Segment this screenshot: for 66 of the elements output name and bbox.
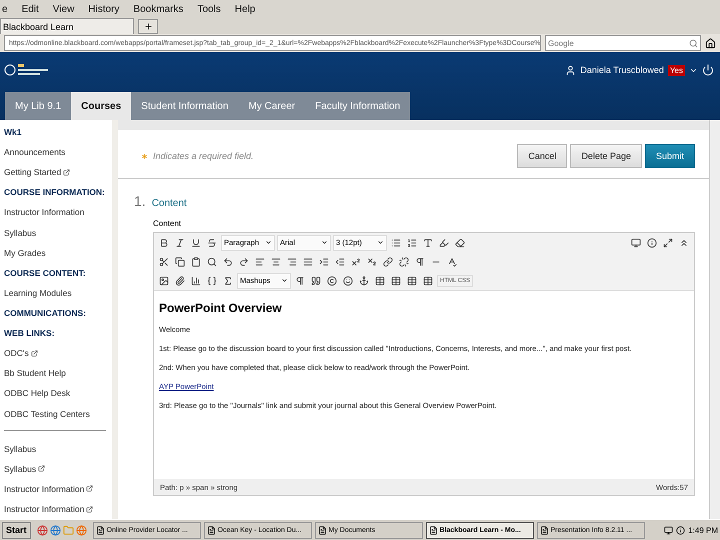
- browser-tab[interactable]: Blackboard Learn: [0, 18, 134, 34]
- nav-tab[interactable]: Faculty Information: [305, 92, 410, 120]
- menu-item[interactable]: Bookmarks: [133, 4, 184, 14]
- plus-icon: [144, 22, 152, 31]
- required-note: Indicates a required field.: [140, 151, 254, 161]
- menu-item[interactable]: Edit: [22, 4, 39, 14]
- section-heading: COURSE CONTENT:: [4, 268, 86, 278]
- action-button[interactable]: Delete Page: [570, 144, 642, 168]
- section-heading: WEB LINKS:: [4, 328, 55, 338]
- menu-link[interactable]: Instructor Information: [4, 207, 84, 218]
- step-number: 1.: [134, 193, 146, 209]
- document-icon: [206, 526, 216, 534]
- menu-link[interactable]: Syllabus: [4, 444, 36, 454]
- menu-link[interactable]: My Grades: [4, 248, 46, 258]
- document-icon: [540, 526, 549, 534]
- menu-item[interactable]: Tools: [197, 4, 221, 14]
- user-name[interactable]: Daniela Truscblowed: [580, 65, 664, 75]
- globe-icon[interactable]: [50, 524, 61, 536]
- section-heading: COMMUNICATIONS:: [4, 308, 86, 318]
- action-button[interactable]: Cancel: [517, 144, 568, 168]
- menu-item[interactable]: Help: [234, 4, 256, 14]
- submit-button[interactable]: Submit: [644, 144, 695, 168]
- browser-icon[interactable]: [36, 524, 48, 536]
- home-icon[interactable]: [705, 38, 716, 48]
- asterisk-icon: [140, 152, 149, 160]
- nav-tab[interactable]: Student Information: [131, 92, 238, 120]
- logout-icon[interactable]: [702, 64, 714, 76]
- new-tab-button[interactable]: [138, 19, 158, 34]
- caret-icon: [281, 277, 288, 284]
- field-label: Content: [153, 219, 182, 228]
- menu-link[interactable]: Instructor Information: [4, 484, 84, 494]
- document-icon: [318, 526, 327, 534]
- content-heading: PowerPoint Overview: [159, 301, 283, 315]
- menu-item[interactable]: View: [52, 4, 74, 14]
- clock: 1:49 PM: [688, 526, 718, 534]
- document-icon: [96, 526, 105, 534]
- step-title: Content: [152, 198, 187, 209]
- menu-item[interactable]: e: [2, 4, 8, 14]
- menu-link[interactable]: Learning Modules: [4, 288, 72, 298]
- document-icon: [428, 526, 438, 534]
- menu-link[interactable]: ODBC Testing Centers: [4, 408, 90, 419]
- info-icon[interactable]: [676, 526, 686, 534]
- user-icon: [565, 64, 576, 76]
- nav-tab[interactable]: Courses: [71, 92, 132, 120]
- menu-link[interactable]: Bb Student Help: [4, 368, 66, 378]
- nav-tab[interactable]: My Career: [238, 92, 306, 120]
- scrollbar[interactable]: [709, 120, 720, 519]
- caret-icon: [265, 239, 272, 246]
- menu-link[interactable]: Announcements: [4, 147, 66, 158]
- text-editor[interactable]: [153, 232, 695, 496]
- start-button[interactable]: Start: [2, 522, 31, 538]
- caret-icon: [321, 239, 328, 246]
- menu-link[interactable]: Syllabus: [4, 464, 36, 474]
- menu-link[interactable]: Getting Started: [4, 167, 62, 178]
- menu-link[interactable]: Instructor Information: [4, 504, 84, 514]
- section-heading: Wk1: [4, 127, 22, 138]
- menu-item[interactable]: History: [88, 4, 120, 14]
- search-field[interactable]: Google: [545, 35, 701, 51]
- section-heading: COURSE INFORMATION:: [4, 187, 105, 198]
- nav-tab[interactable]: My Lib 9.1: [5, 92, 72, 120]
- menu-link[interactable]: ODBC Help Desk: [4, 388, 70, 398]
- network-icon[interactable]: [664, 526, 674, 534]
- menu-link[interactable]: ODC's: [4, 348, 29, 358]
- menu-link[interactable]: Syllabus: [4, 228, 36, 238]
- notification-badge: Yes: [668, 64, 685, 76]
- caret-icon: [377, 239, 384, 246]
